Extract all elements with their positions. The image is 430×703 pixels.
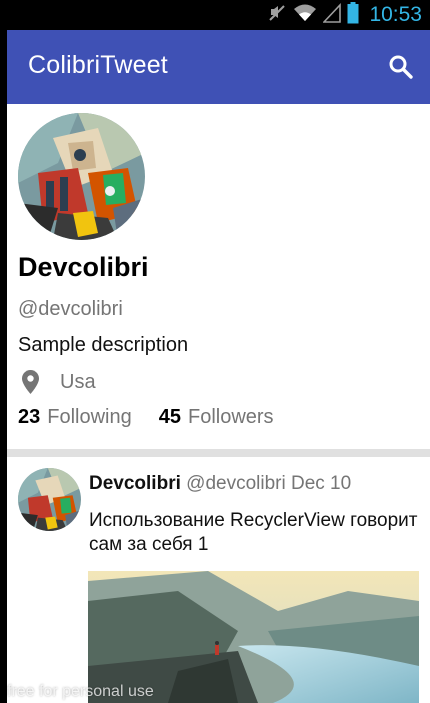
profile-description: Sample description xyxy=(18,334,189,356)
tweet-avatar[interactable] xyxy=(18,468,81,531)
tweet-header: Devcolibri @devcolibri Dec 10 xyxy=(89,473,351,495)
app-title: ColibriTweet xyxy=(28,51,168,79)
followers-count[interactable]: 45 xyxy=(159,406,181,429)
app-bar: ColibriTweet xyxy=(7,30,430,104)
profile-avatar[interactable] xyxy=(18,113,145,240)
location-pin-icon xyxy=(22,370,39,394)
profile-handle: @devcolibri xyxy=(18,298,123,320)
profile-name: Devcolibri xyxy=(18,252,149,282)
mute-icon xyxy=(267,3,287,28)
location-text: Usa xyxy=(60,370,96,393)
tweet-item[interactable]: Devcolibri @devcolibri Dec 10 Использова… xyxy=(7,457,430,703)
wifi-icon xyxy=(293,3,317,28)
tweet-date: Dec 10 xyxy=(290,473,352,494)
search-button[interactable] xyxy=(386,52,416,82)
app-screen: 10:53 ColibriTweet Devcolibri @devcolibr… xyxy=(7,0,430,703)
status-bar: 10:53 xyxy=(7,0,430,30)
following-label[interactable]: Following xyxy=(47,406,131,429)
watermark: free for personal use xyxy=(7,683,154,700)
profile-location: Usa xyxy=(22,367,96,397)
tweet-handle: @devcolibri xyxy=(186,473,286,494)
battery-icon xyxy=(347,1,359,29)
followers-label[interactable]: Followers xyxy=(188,406,274,429)
tweet-author: Devcolibri xyxy=(89,473,181,494)
status-clock: 10:53 xyxy=(369,3,422,26)
follow-stats: 23 Following 45 Followers xyxy=(18,406,274,429)
profile-header: Devcolibri @devcolibri Sample descriptio… xyxy=(7,104,430,449)
section-divider xyxy=(7,449,430,457)
search-icon xyxy=(389,55,413,79)
status-icons: 10:53 xyxy=(267,0,422,30)
following-count[interactable]: 23 xyxy=(18,406,40,429)
signal-icon xyxy=(322,2,342,28)
tweet-text: Использование RecyclerView говорит сам з… xyxy=(89,510,418,555)
